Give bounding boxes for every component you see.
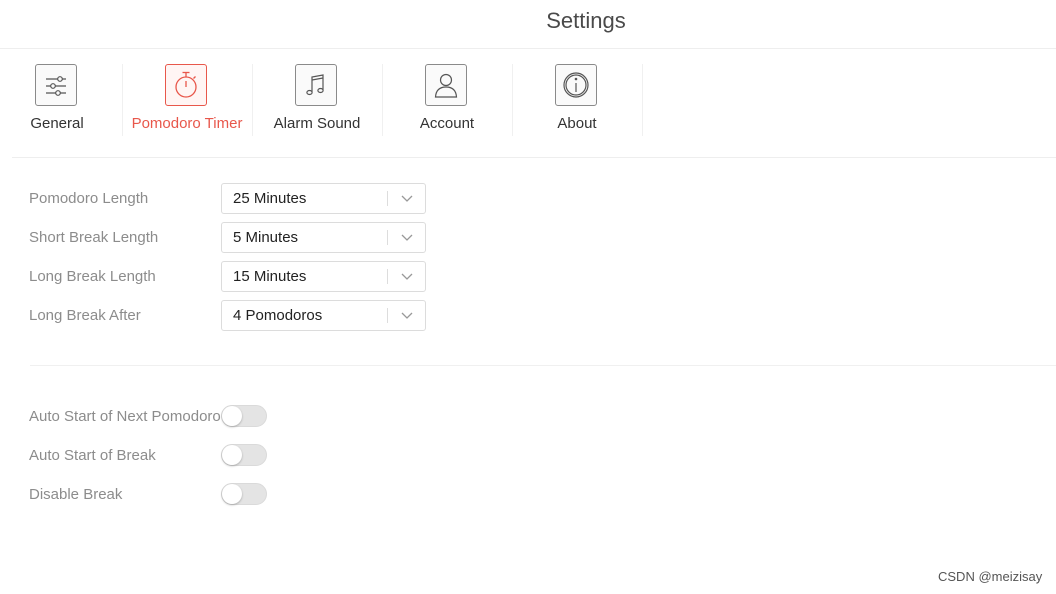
tab-about[interactable]: About xyxy=(512,60,642,138)
music-note-icon xyxy=(295,64,337,106)
tab-account-label: Account xyxy=(419,115,475,132)
auto-start-next-pomodoro-toggle[interactable] xyxy=(221,405,267,427)
settings-window: Settings General Pomodoro Timer Alarm So… xyxy=(0,0,1056,594)
title-divider xyxy=(0,48,1056,49)
select-divider xyxy=(387,230,388,245)
short-break-length-label: Short Break Length xyxy=(29,229,159,246)
stopwatch-icon xyxy=(165,64,207,106)
chevron-down-icon xyxy=(401,234,413,241)
auto-start-next-pomodoro-label: Auto Start of Next Pomodoro xyxy=(29,408,221,425)
tab-account[interactable]: Account xyxy=(382,60,512,138)
toggle-knob xyxy=(222,445,242,465)
watermark: CSDN @meizisay xyxy=(938,569,1043,584)
select-divider xyxy=(387,269,388,284)
select-divider xyxy=(387,308,388,323)
long-break-length-label: Long Break Length xyxy=(29,268,156,285)
disable-break-toggle[interactable] xyxy=(221,483,267,505)
pomodoro-length-label: Pomodoro Length xyxy=(29,190,149,207)
chevron-down-icon xyxy=(401,195,413,202)
auto-start-break-label: Auto Start of Break xyxy=(29,447,156,464)
toggle-knob xyxy=(222,484,242,504)
select-divider xyxy=(387,191,388,206)
pomodoro-length-value: 25 Minutes xyxy=(233,190,307,207)
tab-general[interactable]: General xyxy=(0,60,122,138)
toggle-knob xyxy=(222,406,242,426)
chevron-down-icon xyxy=(401,273,413,280)
tab-about-label: About xyxy=(557,115,597,132)
long-break-after-value: 4 Pomodoros xyxy=(233,307,323,324)
long-break-after-label: Long Break After xyxy=(29,307,141,324)
user-icon xyxy=(425,64,467,106)
page-title: Settings xyxy=(546,8,626,33)
tabs-divider xyxy=(12,157,1056,158)
tab-alarm-sound-label: Alarm Sound xyxy=(273,115,361,132)
auto-start-break-toggle[interactable] xyxy=(221,444,267,466)
chevron-down-icon xyxy=(401,312,413,319)
short-break-length-value: 5 Minutes xyxy=(233,229,299,246)
long-break-after-select[interactable]: 4 Pomodoros xyxy=(221,300,426,331)
sliders-icon xyxy=(35,64,77,106)
disable-break-label: Disable Break xyxy=(29,486,123,503)
settings-tabs: General Pomodoro Timer Alarm Sound Accou… xyxy=(0,60,660,140)
section-divider xyxy=(30,365,1056,366)
tab-divider xyxy=(642,64,643,136)
info-icon xyxy=(555,64,597,106)
short-break-length-select[interactable]: 5 Minutes xyxy=(221,222,426,253)
pomodoro-length-select[interactable]: 25 Minutes xyxy=(221,183,426,214)
tab-alarm-sound[interactable]: Alarm Sound xyxy=(252,60,382,138)
tab-pomodoro-timer[interactable]: Pomodoro Timer xyxy=(122,60,252,138)
tab-general-label: General xyxy=(30,115,84,132)
long-break-length-select[interactable]: 15 Minutes xyxy=(221,261,426,292)
tab-pomodoro-timer-label: Pomodoro Timer xyxy=(131,115,243,132)
long-break-length-value: 15 Minutes xyxy=(233,268,307,285)
